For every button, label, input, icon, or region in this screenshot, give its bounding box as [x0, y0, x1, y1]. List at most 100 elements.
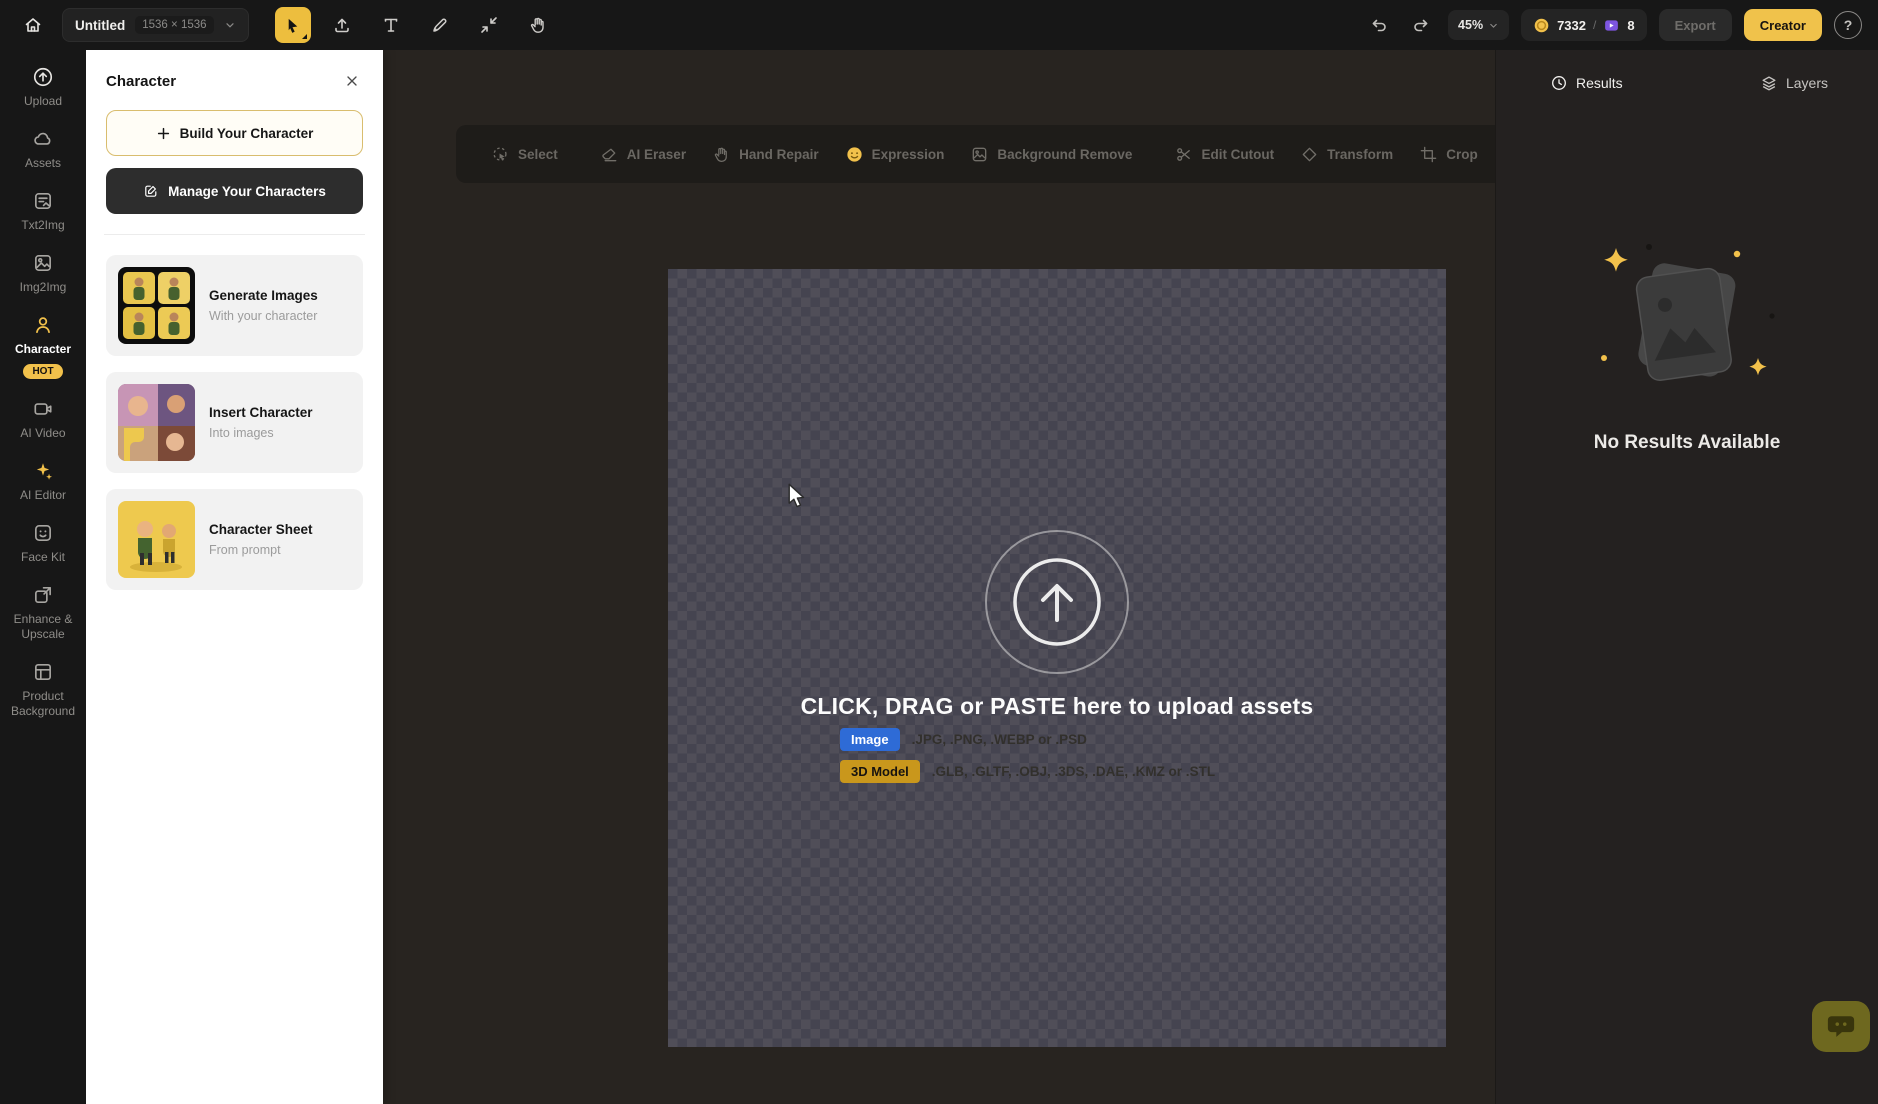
insert-character-card[interactable]: Insert Character Into images [106, 372, 363, 473]
zoom-select[interactable]: 45% [1448, 10, 1509, 40]
sidebar-item-label: Face Kit [21, 550, 65, 565]
sidebar-item-product-background[interactable]: Product Background [2, 661, 84, 719]
hand-icon [528, 15, 548, 35]
person-icon [32, 314, 54, 336]
sidebar-item-face-kit[interactable]: Face Kit [2, 522, 84, 565]
tab-results[interactable]: Results [1550, 74, 1623, 92]
results-panel-header: Results Layers [1496, 50, 1878, 92]
layers-icon [1760, 74, 1778, 92]
card-text: Generate Images With your character [209, 288, 318, 323]
creator-button[interactable]: Creator [1744, 9, 1822, 41]
panel-divider [104, 234, 365, 235]
collapse-icon [479, 15, 499, 35]
pen-icon [430, 15, 450, 35]
credits-display[interactable]: 7332 / 8 [1521, 9, 1647, 41]
character-sheet-card[interactable]: Character Sheet From prompt [106, 489, 363, 590]
export-button[interactable]: Export [1659, 9, 1732, 41]
manage-characters-button[interactable]: Manage Your Characters [106, 168, 363, 214]
toolbar-item-transform[interactable]: Transform [1287, 145, 1406, 164]
toolbar-item-select[interactable]: Select [478, 145, 571, 164]
toolbar-item-hand-repair[interactable]: Hand Repair [699, 145, 832, 164]
chat-widget-button[interactable] [1812, 1001, 1870, 1052]
crop-icon [1419, 145, 1438, 164]
toolbar-label: Hand Repair [739, 147, 819, 162]
model-format-text: .GLB, .GLTF, .OBJ, .3DS, .DAE, .KMZ or .… [932, 764, 1215, 779]
chevron-down-icon [224, 19, 236, 31]
card-title: Character Sheet [209, 522, 313, 537]
card-title: Insert Character [209, 405, 313, 420]
sidebar-item-label: Img2Img [20, 280, 67, 295]
toolbar-label: Select [518, 147, 558, 162]
chevron-down-icon [1488, 20, 1499, 31]
shrink-tool-button[interactable] [471, 7, 507, 43]
card-subtitle: With your character [209, 309, 318, 323]
text-tool-button[interactable] [373, 7, 409, 43]
fast-credits-count: 8 [1627, 18, 1634, 33]
cursor-icon [283, 16, 302, 35]
toolbar-label: AI Eraser [627, 147, 686, 162]
cloud-icon [32, 128, 54, 150]
sidebar-item-img2img[interactable]: Img2Img [2, 252, 84, 295]
document-title: Untitled [75, 18, 125, 33]
select-tool-button[interactable] [275, 7, 311, 43]
help-button[interactable]: ? [1834, 11, 1862, 39]
sidebar-item-upload[interactable]: Upload [2, 66, 84, 109]
draw-tool-button[interactable] [422, 7, 458, 43]
redo-button[interactable] [1406, 10, 1436, 40]
character-sheet-thumbnail [118, 501, 195, 578]
home-button[interactable] [16, 8, 50, 42]
sidebar-item-enhance-upscale[interactable]: Enhance & Upscale [2, 584, 84, 642]
card-text: Insert Character Into images [209, 405, 313, 440]
card-title: Generate Images [209, 288, 318, 303]
generate-images-card[interactable]: Generate Images With your character [106, 255, 363, 356]
build-character-button[interactable]: Build Your Character [106, 110, 363, 156]
upload-headline: CLICK, DRAG or PASTE here to upload asse… [668, 693, 1446, 720]
canvas-toolbar: Select AI Eraser Hand Repair Expression [456, 125, 1602, 183]
toolbar-item-edit-cutout[interactable]: Edit Cutout [1161, 145, 1287, 164]
sidebar-item-character[interactable]: Character HOT [2, 314, 84, 379]
document-size-badge: 1536 × 1536 [135, 16, 213, 34]
product-box-icon [32, 661, 54, 683]
pan-tool-button[interactable] [520, 7, 556, 43]
toolbar-label: Expression [872, 147, 945, 162]
sidebar-item-label: Txt2Img [21, 218, 64, 233]
credits-divider: / [1593, 18, 1596, 32]
topbar: Untitled 1536 × 1536 [0, 0, 1878, 50]
chat-icon [1826, 1013, 1856, 1040]
toolbar-label: Background Remove [997, 147, 1132, 162]
upload-tool-button[interactable] [324, 7, 360, 43]
canvas-dropzone[interactable]: CLICK, DRAG or PASTE here to upload asse… [668, 269, 1446, 1047]
document-menu[interactable]: Untitled 1536 × 1536 [62, 8, 249, 42]
tab-layers[interactable]: Layers [1760, 74, 1828, 92]
build-character-label: Build Your Character [180, 126, 314, 141]
sidebar-item-label: AI Video [20, 426, 65, 441]
toolbar-item-background-remove[interactable]: Background Remove [957, 145, 1145, 164]
image-to-image-icon [32, 252, 54, 274]
plus-icon [156, 126, 171, 141]
text-icon [381, 15, 401, 35]
close-panel-button[interactable] [341, 70, 363, 92]
coin-icon [1533, 17, 1550, 34]
gem-icon [1603, 17, 1620, 34]
sidebar-item-ai-editor[interactable]: AI Editor [2, 460, 84, 503]
sparkles-icon [32, 460, 54, 482]
transform-icon [1300, 145, 1319, 164]
redo-icon [1411, 15, 1431, 35]
sidebar-item-label: Product Background [2, 689, 84, 719]
sidebar-item-label: Upload [24, 94, 62, 109]
character-panel: Character Build Your Character Manage Yo… [86, 50, 383, 1104]
image-icon [970, 145, 989, 164]
close-icon [344, 73, 360, 89]
sidebar-item-label: Character [15, 342, 71, 357]
undo-button[interactable] [1364, 10, 1394, 40]
tab-layers-label: Layers [1786, 75, 1828, 91]
face-icon [32, 522, 54, 544]
image-format-row: Image .JPG, .PNG, .WEBP or .PSD [840, 728, 1087, 751]
sidebar-item-assets[interactable]: Assets [2, 128, 84, 171]
toolbar-item-expression[interactable]: Expression [832, 145, 958, 164]
sidebar-item-ai-video[interactable]: AI Video [2, 398, 84, 441]
sidebar-item-label: AI Editor [20, 488, 66, 503]
sidebar-item-txt2img[interactable]: Txt2Img [2, 190, 84, 233]
toolbar-item-ai-eraser[interactable]: AI Eraser [587, 145, 699, 164]
toolbar-item-crop[interactable]: Crop [1406, 145, 1491, 164]
